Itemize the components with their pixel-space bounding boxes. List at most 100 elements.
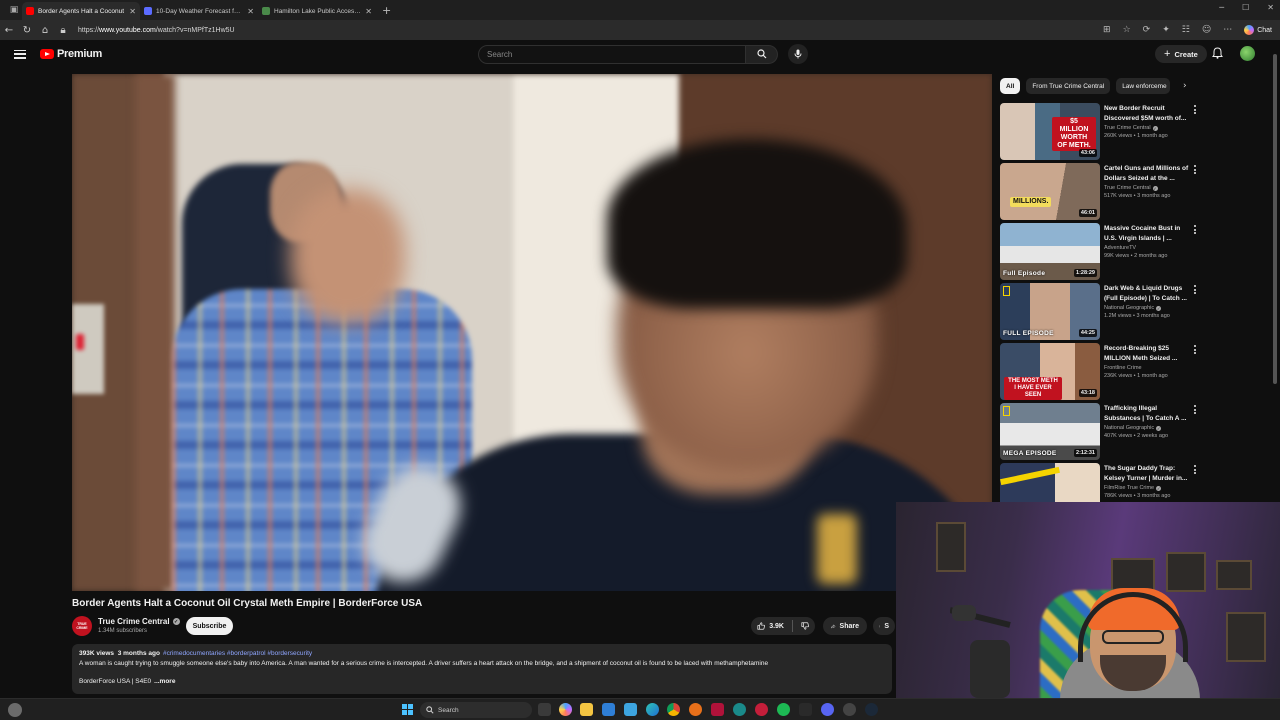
- video-thumbnail[interactable]: Full Episode 1:28:29: [1000, 223, 1100, 280]
- obs-icon[interactable]: [843, 703, 856, 716]
- more-options-icon[interactable]: [1192, 405, 1198, 414]
- like-count[interactable]: 3.9K: [769, 623, 784, 630]
- more-options-icon[interactable]: [1192, 345, 1198, 354]
- youtube-logo[interactable]: Premium: [40, 48, 102, 60]
- recommendation-channel[interactable]: True Crime Central ✓: [1104, 125, 1190, 131]
- weather-widget-icon[interactable]: [8, 703, 22, 717]
- maximize-icon[interactable]: ☐: [1242, 3, 1249, 12]
- store-icon[interactable]: [602, 703, 615, 716]
- hashtags[interactable]: #crimedocumentaries #borderpatrol #borde…: [163, 650, 312, 657]
- recommendation-item[interactable]: THE MOST METH I HAVE EVER SEEN 43:18 Rec…: [1000, 343, 1200, 401]
- search-input[interactable]: [478, 44, 746, 64]
- more-options-icon[interactable]: [1192, 225, 1198, 234]
- close-tab-icon[interactable]: ✕: [365, 7, 372, 16]
- minimize-icon[interactable]: ─: [1219, 3, 1224, 12]
- thumbs-down-icon[interactable]: [801, 621, 809, 631]
- browser-tab-2[interactable]: 10-Day Weather Forecast for Fort ✕: [140, 2, 258, 20]
- task-view-icon[interactable]: [538, 703, 551, 716]
- more-options-icon[interactable]: [1192, 465, 1198, 474]
- recommendation-channel[interactable]: Frontline Crime: [1104, 365, 1190, 371]
- channel-avatar[interactable]: TRUE CRIME: [72, 616, 92, 636]
- firefox-icon[interactable]: [689, 703, 702, 716]
- chip-law-enforcement[interactable]: Law enforceme: [1116, 78, 1171, 94]
- video-thumbnail[interactable]: THE MOST METH I HAVE EVER SEEN 43:18: [1000, 343, 1100, 400]
- refresh-icon[interactable]: ↻: [18, 25, 36, 36]
- app-icon[interactable]: [733, 703, 746, 716]
- account-avatar[interactable]: [1240, 46, 1255, 61]
- taskbar-search-box[interactable]: Search: [420, 702, 532, 718]
- new-tab-icon[interactable]: +: [382, 4, 391, 17]
- recommendation-title[interactable]: New Border Recruit Discovered $5M worth …: [1104, 104, 1190, 124]
- more-options-icon[interactable]: [1192, 105, 1198, 114]
- search-button[interactable]: [746, 44, 778, 64]
- windows-start-icon[interactable]: [402, 704, 413, 715]
- recommendation-item[interactable]: FULL EPISODE 44:25 Dark Web & Liquid Dru…: [1000, 283, 1200, 341]
- browser-profile-icon[interactable]: ▣: [6, 2, 22, 18]
- recommendation-item[interactable]: $5 MILLION WORTH OF METH. 43:06 New Bord…: [1000, 103, 1200, 161]
- subscribe-button[interactable]: Subscribe: [186, 617, 233, 635]
- discord-icon[interactable]: [821, 703, 834, 716]
- favorite-star-icon[interactable]: ☆: [1123, 25, 1131, 35]
- close-tab-icon[interactable]: ✕: [247, 7, 254, 16]
- close-window-icon[interactable]: ✕: [1267, 3, 1274, 12]
- spotify-icon[interactable]: [777, 703, 790, 716]
- recommendation-channel[interactable]: FilmRise True Crime ✓: [1104, 485, 1190, 491]
- browser-tab-3[interactable]: Hamilton Lake Public Access Site ✕: [258, 2, 376, 20]
- photos-icon[interactable]: [624, 703, 637, 716]
- channel-name-link[interactable]: True Crime Central ✓: [98, 617, 180, 626]
- copilot-app-icon[interactable]: [559, 703, 572, 716]
- steam-icon[interactable]: [865, 703, 878, 716]
- video-thumbnail[interactable]: MEGA EPISODE 2:12:31: [1000, 403, 1100, 460]
- chip-from-channel[interactable]: From True Crime Central: [1026, 78, 1111, 94]
- browser-tab-1[interactable]: Border Agents Halt a Coconut ✕: [22, 2, 140, 20]
- recommendation-title[interactable]: Massive Cocaine Bust in U.S. Virgin Isla…: [1104, 224, 1190, 244]
- app-icon[interactable]: [755, 703, 768, 716]
- file-explorer-icon[interactable]: [580, 703, 593, 716]
- create-button[interactable]: + Create: [1155, 45, 1207, 63]
- home-icon[interactable]: ⌂: [36, 25, 54, 36]
- recommendation-item[interactable]: MEGA EPISODE 2:12:31 Trafficking Illegal…: [1000, 403, 1200, 461]
- lock-icon[interactable]: 🔒︎: [54, 25, 72, 36]
- video-thumbnail[interactable]: FULL EPISODE 44:25: [1000, 283, 1100, 340]
- video-description[interactable]: 393K views 3 months ago #crimedocumentari…: [72, 644, 892, 694]
- favorites-icon[interactable]: ☷: [1182, 25, 1190, 35]
- recommendation-item[interactable]: MILLIONS. 46:01 Cartel Guns and Millions…: [1000, 163, 1200, 221]
- close-tab-icon[interactable]: ✕: [129, 7, 136, 16]
- recommendation-channel[interactable]: AdventureTV: [1104, 245, 1190, 251]
- edge-browser-icon[interactable]: [646, 703, 659, 716]
- app-available-icon[interactable]: ⊞: [1103, 25, 1111, 35]
- thumbs-up-icon[interactable]: [757, 621, 765, 631]
- menu-icon[interactable]: [14, 49, 26, 59]
- notifications-bell-icon[interactable]: [1212, 47, 1223, 59]
- share-button[interactable]: Share: [823, 617, 867, 635]
- recommendation-channel[interactable]: National Geographic ✓: [1104, 305, 1190, 311]
- recommendation-title[interactable]: Cartel Guns and Millions of Dollars Seiz…: [1104, 164, 1190, 184]
- chrome-icon[interactable]: [667, 703, 680, 716]
- recommendation-item[interactable]: Full Episode 1:28:29 Massive Cocaine Bus…: [1000, 223, 1200, 281]
- more-options-icon[interactable]: [1192, 165, 1198, 174]
- xbox-icon[interactable]: [799, 703, 812, 716]
- video-player[interactable]: [72, 74, 992, 591]
- copilot-chat-button[interactable]: Chat: [1244, 25, 1272, 35]
- more-options-icon[interactable]: [1192, 285, 1198, 294]
- url-field[interactable]: https://www.youtube.com/watch?v=nMPfTz1H…: [78, 27, 1103, 34]
- video-thumbnail[interactable]: MILLIONS. 46:01: [1000, 163, 1100, 220]
- extension-icon[interactable]: ⟳: [1143, 25, 1151, 35]
- chip-all[interactable]: All: [1000, 78, 1021, 94]
- chevron-right-icon[interactable]: ›: [1183, 81, 1187, 91]
- recommendation-title[interactable]: Dark Web & Liquid Drugs (Full Episode) |…: [1104, 284, 1190, 304]
- app-icon[interactable]: [711, 703, 724, 716]
- recommendation-title[interactable]: Record-Breaking $25 MILLION Meth Seized …: [1104, 344, 1190, 364]
- scrollbar-thumb[interactable]: [1273, 54, 1277, 384]
- save-button[interactable]: S: [873, 617, 895, 635]
- show-more-link[interactable]: ...more: [154, 678, 175, 685]
- puzzle-icon[interactable]: ✦: [1162, 25, 1170, 35]
- recommendation-title[interactable]: Trafficking Illegal Substances | To Catc…: [1104, 404, 1190, 424]
- recommendation-title[interactable]: The Sugar Daddy Trap: Kelsey Turner | Mu…: [1104, 464, 1190, 484]
- more-menu-icon[interactable]: ⋯: [1223, 25, 1232, 35]
- back-icon[interactable]: ←: [0, 25, 18, 36]
- recommendation-channel[interactable]: National Geographic ✓: [1104, 425, 1190, 431]
- profile-icon[interactable]: ☺: [1202, 25, 1211, 35]
- recommendation-channel[interactable]: True Crime Central ✓: [1104, 185, 1190, 191]
- voice-search-button[interactable]: [788, 44, 808, 64]
